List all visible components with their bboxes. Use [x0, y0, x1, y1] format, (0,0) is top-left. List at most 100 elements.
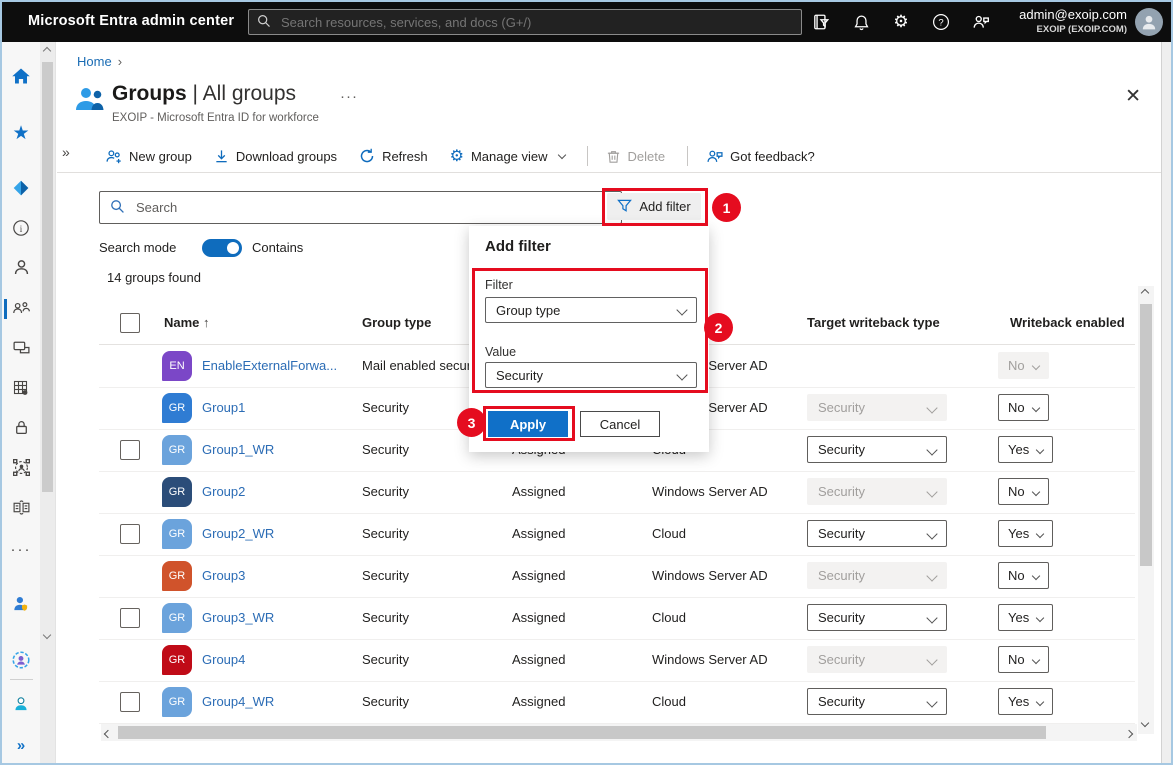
groups-search-box[interactable] [99, 191, 622, 224]
header-writeback-enabled[interactable]: Writeback enabled [1010, 315, 1125, 330]
lock-icon [13, 419, 30, 439]
select-all-checkbox[interactable] [120, 313, 140, 333]
table-row: GR Group3 Security Assigned Windows Server A… [99, 555, 1135, 598]
groups-page-icon [74, 86, 106, 115]
target-writeback-select: Security [807, 646, 947, 673]
header-name[interactable]: Name ↑ [164, 315, 210, 330]
writeback-enabled-select[interactable]: Yes [998, 604, 1054, 631]
search-mode-value: Contains [252, 240, 304, 255]
avatar[interactable] [1135, 8, 1163, 36]
help-icon[interactable]: ? [930, 11, 952, 33]
group-avatar: GR [162, 603, 192, 633]
directory-filter-icon[interactable] [810, 11, 832, 33]
search-mode-toggle[interactable] [202, 239, 242, 257]
global-search-input[interactable] [279, 13, 793, 31]
global-search[interactable] [248, 9, 802, 35]
got-feedback-button[interactable]: Got feedback? [706, 148, 815, 165]
search-icon [110, 199, 125, 217]
group-name-link[interactable]: Group2_WR [202, 526, 274, 541]
target-writeback-select[interactable]: Security [807, 436, 947, 463]
group-type-cell: Security [362, 568, 409, 583]
download-groups-button[interactable]: Download groups [214, 149, 337, 164]
annotation-step-2: 2 [704, 313, 733, 342]
source-cell: Cloud [652, 694, 686, 709]
target-writeback-select[interactable]: Security [807, 604, 947, 631]
writeback-enabled-select[interactable]: No [998, 562, 1049, 589]
sidebar-item-protection[interactable] [2, 414, 40, 444]
page-subtitle: EXOIP - Microsoft Entra ID for workforce [112, 112, 319, 124]
breadcrumb-home-link[interactable]: Home [77, 54, 112, 69]
vertical-scrollbar-thumb[interactable] [1140, 304, 1152, 566]
row-checkbox[interactable] [120, 440, 140, 460]
sidebar-item-favorites[interactable]: ★ [2, 118, 40, 148]
groups-icon [11, 298, 31, 321]
sidebar-item-admin-center[interactable] [2, 646, 40, 676]
table-vertical-scrollbar[interactable] [1138, 286, 1154, 734]
sidebar-item-home[interactable] [2, 62, 40, 92]
group-name-link[interactable]: Group3 [202, 568, 245, 583]
group-name-link[interactable]: Group1_WR [202, 442, 274, 457]
side-nav: ★ i ··· » [2, 42, 56, 763]
feedback-icon[interactable] [970, 11, 992, 33]
sidebar-item-external-identities[interactable] [2, 494, 40, 524]
sidebar-item-learn[interactable] [2, 590, 40, 620]
sidenav-scrollbar-thumb[interactable] [42, 62, 53, 492]
sidebar-item-groups[interactable] [2, 294, 40, 324]
membership-type-cell: Assigned [512, 526, 566, 541]
group-avatar: GR [162, 645, 192, 675]
row-checkbox[interactable] [120, 524, 140, 544]
refresh-button[interactable]: Refresh [359, 148, 428, 164]
target-writeback-select: Security [807, 562, 947, 589]
writeback-enabled-select[interactable]: No [998, 394, 1049, 421]
header-target-writeback[interactable]: Target writeback type [807, 315, 940, 330]
sidebar-item-identity-governance[interactable] [2, 454, 40, 484]
group-name-link[interactable]: EnableExternalForwa... [202, 358, 337, 373]
writeback-enabled-select[interactable]: Yes [998, 520, 1054, 547]
sidebar-item-expand[interactable]: » [2, 730, 40, 760]
sidebar-item-devices[interactable] [2, 334, 40, 364]
group-type-cell: Security [362, 652, 409, 667]
cancel-button[interactable]: Cancel [580, 411, 660, 437]
source-cell: Windows Server AD [652, 568, 768, 583]
sidenav-scrollbar[interactable] [40, 42, 55, 763]
target-writeback-select[interactable]: Security [807, 688, 947, 715]
refresh-label: Refresh [382, 148, 428, 164]
sidebar-item-more[interactable]: ··· [2, 534, 40, 564]
groups-search-input[interactable] [134, 199, 611, 216]
account-info[interactable]: admin@exoip.com EXOIP (EXOIP.COM) [1019, 7, 1127, 37]
table-horizontal-scrollbar[interactable] [101, 724, 1137, 741]
group-name-link[interactable]: Group4_WR [202, 694, 274, 709]
settings-gear-icon[interactable]: ⚙ [890, 11, 912, 33]
manage-view-button[interactable]: ⚙ Manage view [450, 146, 566, 166]
writeback-enabled-select[interactable]: No [998, 646, 1049, 673]
horizontal-scrollbar-thumb[interactable] [118, 726, 1046, 739]
row-checkbox[interactable] [120, 608, 140, 628]
notifications-bell-icon[interactable] [850, 11, 872, 33]
row-checkbox[interactable] [120, 692, 140, 712]
group-name-link[interactable]: Group2 [202, 484, 245, 499]
title-overflow-menu[interactable]: ··· [340, 88, 358, 105]
header-group-type[interactable]: Group type [362, 315, 431, 330]
window-scrollbar-track[interactable] [1161, 42, 1171, 763]
delete-button[interactable]: Delete [606, 149, 665, 164]
target-writeback-select: Security [807, 478, 947, 505]
sidebar-item-info[interactable]: i [2, 214, 40, 244]
group-name-link[interactable]: Group3_WR [202, 610, 274, 625]
sidebar-item-support[interactable] [2, 690, 40, 720]
target-writeback-select[interactable]: Security [807, 520, 947, 547]
refresh-icon [359, 148, 375, 164]
table-row: GR Group2_WR Security Assigned Cloud Security… [99, 513, 1135, 556]
group-name-link[interactable]: Group1 [202, 400, 245, 415]
expand-icon: » [16, 736, 26, 754]
sidebar-item-entra-id[interactable] [2, 174, 40, 204]
app-title[interactable]: Microsoft Entra admin center [28, 13, 234, 29]
writeback-enabled-select[interactable]: No [998, 478, 1049, 505]
group-name-link[interactable]: Group4 [202, 652, 245, 667]
entra-admin-window: Microsoft Entra admin center ⚙ ? admin@e… [0, 0, 1173, 765]
close-icon[interactable]: ✕ [1125, 87, 1141, 106]
writeback-enabled-select[interactable]: Yes [998, 436, 1054, 463]
writeback-enabled-select[interactable]: Yes [998, 688, 1054, 715]
sidebar-item-users[interactable] [2, 254, 40, 284]
sidebar-item-applications[interactable] [2, 374, 40, 404]
new-group-button[interactable]: New group [105, 148, 192, 165]
